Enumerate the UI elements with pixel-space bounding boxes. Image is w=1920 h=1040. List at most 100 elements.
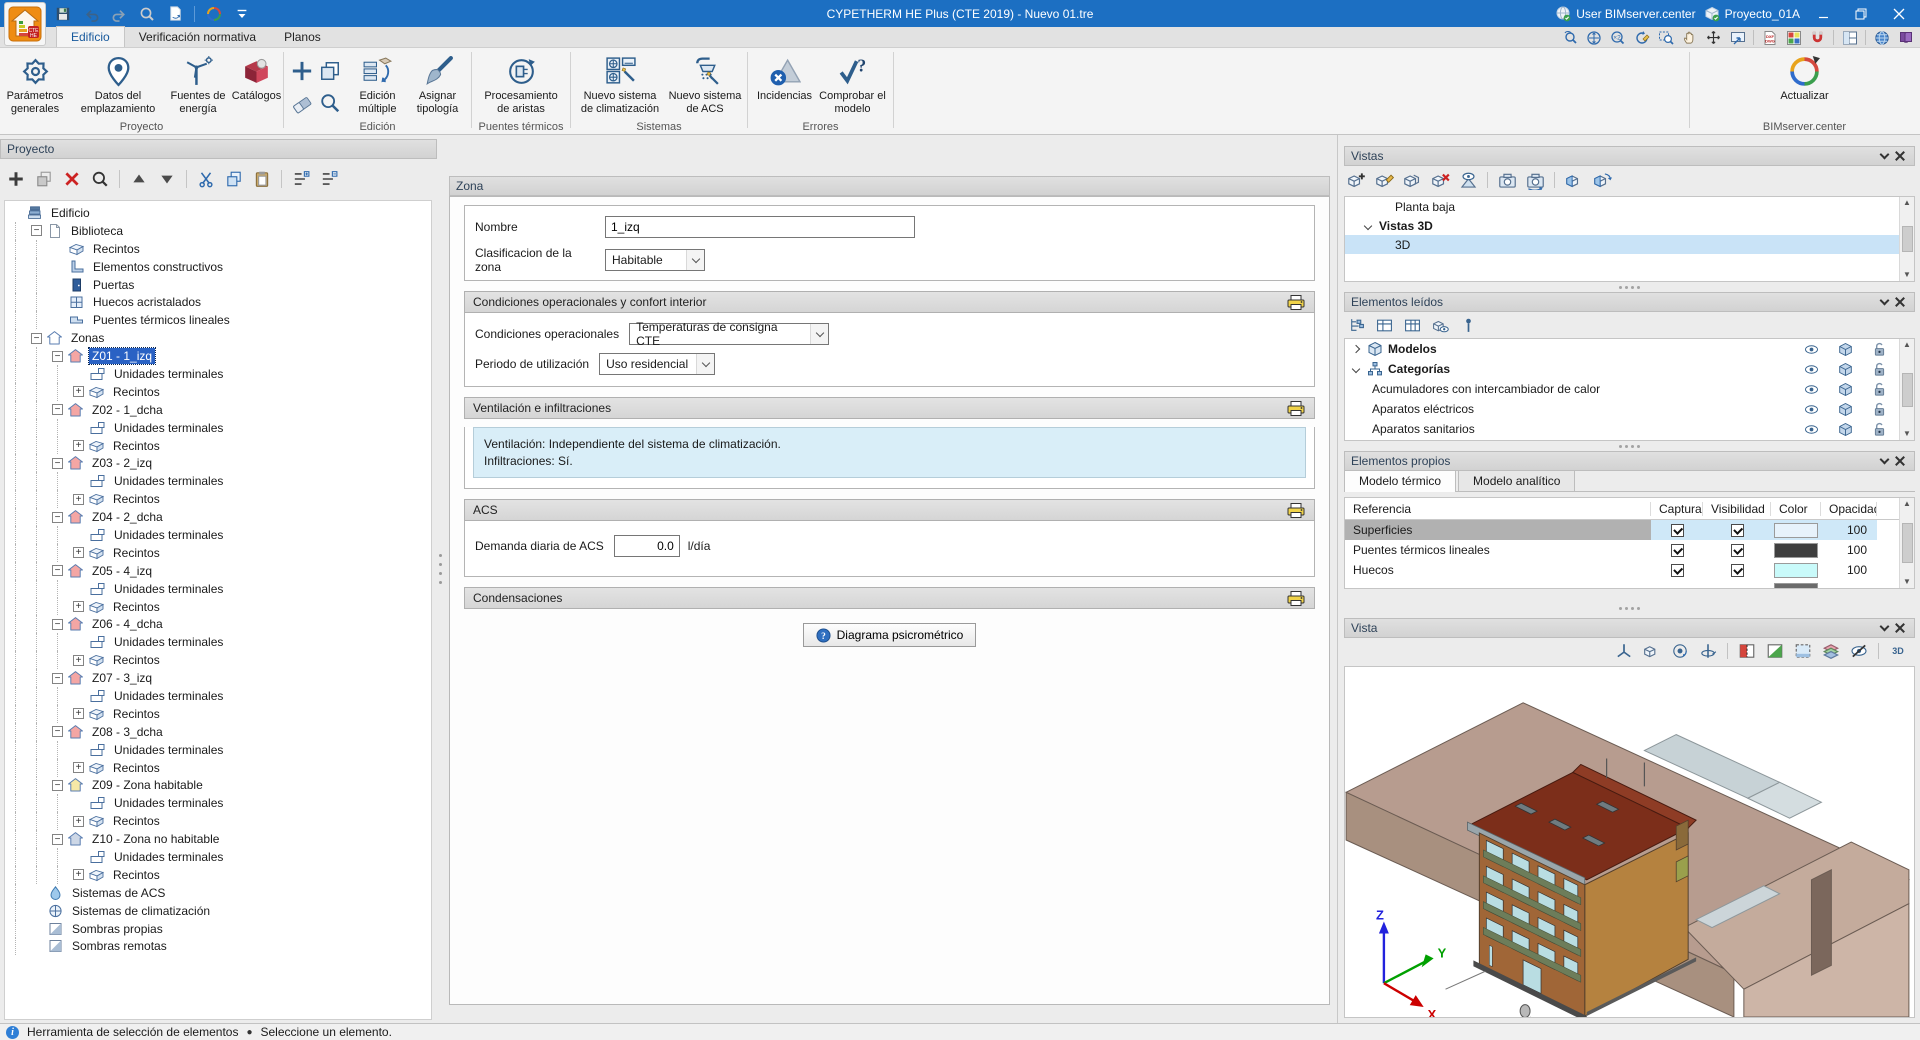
section-green-icon[interactable]	[1763, 640, 1787, 662]
globe-icon[interactable]	[1871, 28, 1892, 47]
panel-resize-handle[interactable]	[1338, 445, 1920, 448]
edicion-multiple-button[interactable]: Edición múltiple	[349, 52, 407, 117]
delete-view-icon[interactable]	[1428, 169, 1452, 191]
color-cell[interactable]	[1771, 520, 1821, 540]
actualizar-button[interactable]: Actualizar	[1770, 52, 1840, 104]
restore-icon[interactable]	[1846, 0, 1876, 27]
tree-item[interactable]: Unidades terminales	[9, 365, 431, 383]
checkbox[interactable]	[1671, 564, 1684, 577]
asignar-tipologia-button[interactable]: Asignar tipología	[407, 52, 469, 117]
bimserver-user[interactable]: User BIMserver.center	[1555, 6, 1695, 22]
move-down-icon[interactable]	[155, 167, 179, 191]
tree-expand-icon[interactable]	[289, 167, 313, 191]
collapse-icon[interactable]: −	[31, 333, 42, 344]
fuentes-energia-button[interactable]: Fuentes de energía	[166, 52, 230, 117]
copy-icon[interactable]	[317, 56, 343, 86]
nuevo-sistema-climatizacion-button[interactable]: Nuevo sistema de climatización	[574, 52, 666, 117]
pin-marker-icon[interactable]	[1456, 314, 1480, 336]
tree-item[interactable]: Unidades terminales	[9, 472, 431, 490]
tree-item[interactable]: Sistemas de ACS	[9, 884, 431, 902]
cube-icon[interactable]	[1828, 422, 1862, 437]
tree-item[interactable]: Unidades terminales	[9, 580, 431, 598]
tree-item[interactable]: +Recintos	[9, 651, 431, 669]
color-cell[interactable]	[1771, 540, 1821, 560]
layers-icon[interactable]	[1819, 640, 1843, 662]
collapse-icon[interactable]: −	[31, 225, 42, 236]
add-icon[interactable]	[289, 56, 315, 86]
read-element-row[interactable]: Categorías	[1345, 359, 1914, 379]
collapse-icon[interactable]: −	[52, 512, 63, 523]
new-view-icon[interactable]	[1344, 169, 1368, 191]
collapse-icon[interactable]	[1876, 621, 1892, 635]
duplicate-view-icon[interactable]	[1400, 169, 1424, 191]
lock-icon[interactable]	[1862, 362, 1896, 377]
checkbox[interactable]	[1731, 544, 1744, 557]
cube-visibility-icon[interactable]	[1428, 314, 1452, 336]
table-row[interactable]: Puentes térmicos lineales100	[1345, 540, 1914, 560]
orbit-icon[interactable]	[1668, 640, 1692, 662]
eye-icon[interactable]	[1794, 382, 1828, 397]
pan-hand-icon[interactable]	[1679, 28, 1700, 47]
split-columns-icon[interactable]	[1372, 314, 1396, 336]
print-icon[interactable]	[1286, 400, 1306, 416]
expand-icon[interactable]: +	[73, 655, 84, 666]
zoom-window-icon[interactable]	[1655, 28, 1676, 47]
tree-item[interactable]: Puertas	[9, 276, 431, 294]
tree-item[interactable]: +Recintos	[9, 490, 431, 508]
add-icon[interactable]	[4, 167, 28, 191]
collapse-icon[interactable]: −	[52, 673, 63, 684]
nombre-input[interactable]	[605, 216, 915, 238]
expand-icon[interactable]: +	[73, 816, 84, 827]
camera-icon[interactable]	[1495, 169, 1519, 191]
collapse-icon[interactable]	[1876, 149, 1892, 163]
tab-planos[interactable]: Planos	[270, 27, 335, 47]
undo-icon[interactable]	[80, 4, 102, 24]
expand-icon[interactable]: +	[73, 869, 84, 880]
tree-item[interactable]: Unidades terminales	[9, 848, 431, 866]
expand-icon[interactable]: +	[73, 547, 84, 558]
move-icon[interactable]	[1703, 28, 1724, 47]
panel-resize-handle[interactable]	[1338, 607, 1920, 610]
chevron-right-icon[interactable]	[1352, 345, 1360, 353]
tree-item[interactable]: +Recintos	[9, 866, 431, 884]
search-icon[interactable]	[136, 4, 158, 24]
cube-icon[interactable]	[1828, 362, 1862, 377]
expand-icon[interactable]: +	[73, 601, 84, 612]
tree-item[interactable]: +Recintos	[9, 705, 431, 723]
dxf-dwg-icon[interactable]: DXFDWG	[1759, 28, 1780, 47]
dxf-layers-icon[interactable]	[1783, 28, 1804, 47]
redraw-icon[interactable]	[1631, 28, 1652, 47]
incidencias-button[interactable]: Incidencias	[753, 52, 817, 104]
tree-item[interactable]: Unidades terminales	[9, 633, 431, 651]
cube-view-icon[interactable]	[1640, 640, 1664, 662]
toolbar-menu-icon[interactable]	[231, 4, 253, 24]
tree-item[interactable]: −Z09 - Zona habitable	[9, 777, 431, 795]
tree-item[interactable]: Unidades terminales	[9, 526, 431, 544]
edit-view-icon[interactable]	[1372, 169, 1396, 191]
close-icon[interactable]	[1892, 149, 1908, 163]
group-by-branch-icon[interactable]	[1344, 314, 1368, 336]
lock-icon[interactable]	[1862, 382, 1896, 397]
expand-icon[interactable]: +	[73, 386, 84, 397]
tree-item[interactable]: Unidades terminales	[9, 687, 431, 705]
snap-magnet-icon[interactable]	[1807, 28, 1828, 47]
tree-item[interactable]: +Recintos	[9, 544, 431, 562]
previous-view-icon[interactable]	[1727, 28, 1748, 47]
cube-icon[interactable]	[1828, 402, 1862, 417]
read-element-row[interactable]: Aparatos sanitarios	[1345, 419, 1914, 439]
tree-item[interactable]: Sombras remotas	[9, 938, 431, 956]
tree-item[interactable]: Elementos constructivos	[9, 258, 431, 276]
tree-item[interactable]: −Z02 - 1_dcha	[9, 401, 431, 419]
close-icon[interactable]	[1892, 621, 1908, 635]
expand-icon[interactable]: +	[73, 762, 84, 773]
redo-icon[interactable]	[108, 4, 130, 24]
read-element-row[interactable]: Aparatos	[1345, 439, 1914, 441]
lock-icon[interactable]	[1862, 342, 1896, 357]
collapse-icon[interactable]: −	[52, 780, 63, 791]
clasificacion-select[interactable]: Habitable	[605, 249, 705, 271]
tree-item[interactable]: +Recintos	[9, 437, 431, 455]
checkbox[interactable]	[1671, 524, 1684, 537]
collapse-icon[interactable]: −	[52, 565, 63, 576]
procesamiento-aristas-button[interactable]: Procesamiento de aristas	[475, 52, 567, 117]
app-logo[interactable]: CTEHE	[4, 2, 46, 46]
